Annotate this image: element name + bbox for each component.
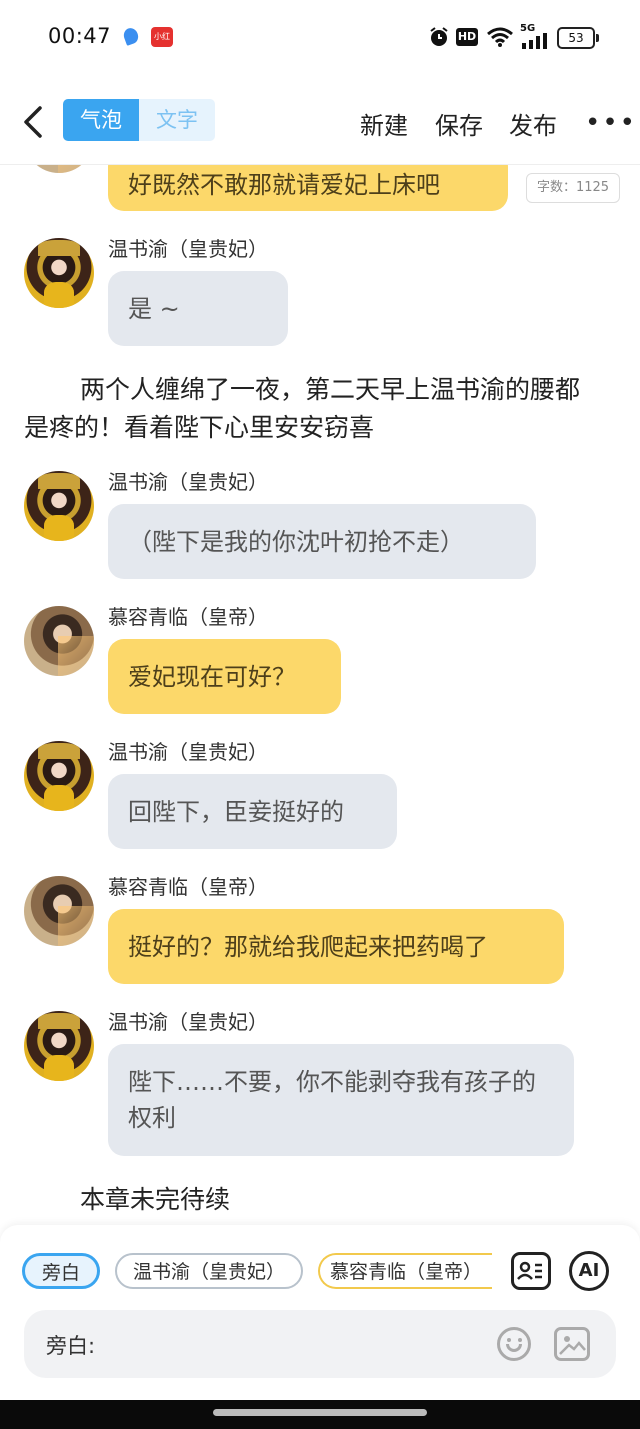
alarm-icon xyxy=(430,27,448,46)
role-chip-consort[interactable]: 温书渝（皇贵妃） xyxy=(115,1253,303,1289)
speaker-name: 慕容青临（皇帝） xyxy=(108,875,268,899)
image-icon[interactable] xyxy=(554,1327,590,1361)
message-bubble[interactable]: 回陛下，臣妾挺好的 xyxy=(108,774,397,849)
back-arrow-icon[interactable] xyxy=(18,102,50,142)
chat-area[interactable]: 好既然不敢那就请爱妃上床吧 字数：1125 温书渝（皇贵妃） 是 ~ 两个人缠绵… xyxy=(0,165,640,1225)
tab-text[interactable]: 文字 xyxy=(139,99,215,141)
speaker-name: 温书渝（皇贵妃） xyxy=(108,470,268,494)
avatar[interactable] xyxy=(24,1011,94,1081)
status-bar: 00:47 小红书 HD 5G 53 xyxy=(0,0,640,72)
tab-bubble[interactable]: 气泡 xyxy=(63,99,139,141)
battery-icon: 53 xyxy=(557,27,599,49)
signal-icon xyxy=(522,33,547,49)
ai-button[interactable]: AI xyxy=(569,1251,609,1291)
avatar[interactable] xyxy=(24,606,94,676)
home-indicator[interactable] xyxy=(213,1409,427,1416)
wifi-icon xyxy=(487,27,513,47)
message-bubble[interactable]: （陛下是我的你沈叶初抢不走） xyxy=(108,504,536,579)
system-nav-bar xyxy=(0,1400,640,1429)
mode-switch: 气泡 文字 xyxy=(63,99,215,141)
speaker-name: 温书渝（皇贵妃） xyxy=(108,1010,268,1034)
narration-text[interactable]: 本章未完待续 xyxy=(80,1181,480,1219)
avatar[interactable] xyxy=(24,471,94,541)
new-button[interactable]: 新建 xyxy=(360,106,408,141)
speaker-name: 慕容青临（皇帝） xyxy=(108,605,268,629)
message-bubble[interactable]: 是 ~ xyxy=(108,271,288,346)
message-bubble[interactable]: 爱妃现在可好？ xyxy=(108,639,341,714)
message-input[interactable]: 旁白: xyxy=(24,1310,616,1378)
save-button[interactable]: 保存 xyxy=(435,106,483,141)
role-chip-emperor[interactable]: 慕容青临（皇帝） xyxy=(318,1253,492,1289)
message-bubble[interactable]: 好既然不敢那就请爱妃上床吧 xyxy=(108,165,508,211)
hd-icon: HD xyxy=(456,28,478,46)
app-notification-icon xyxy=(121,26,141,46)
more-menu-icon[interactable]: ••• xyxy=(585,108,637,138)
composer-panel: 旁白 温书渝（皇贵妃） 慕容青临（皇帝） AI 旁白: xyxy=(0,1225,640,1400)
speaker-name: 温书渝（皇贵妃） xyxy=(108,740,268,764)
avatar[interactable] xyxy=(24,165,94,173)
avatar[interactable] xyxy=(24,741,94,811)
narration-text[interactable]: 两个人缠绵了一夜，第二天早上温书渝的腰都是疼的！看着陛下心里安安窃喜 xyxy=(24,371,604,447)
avatar[interactable] xyxy=(24,876,94,946)
speaker-name: 温书渝（皇贵妃） xyxy=(108,237,268,261)
editor-header: 气泡 文字 新建 保存 发布 ••• xyxy=(0,90,640,154)
role-chip-narration[interactable]: 旁白 xyxy=(22,1253,100,1289)
xiaohongshu-icon: 小红书 xyxy=(151,27,173,61)
message-bubble[interactable]: 挺好的？那就给我爬起来把药喝了 xyxy=(108,909,564,984)
status-time: 00:47 xyxy=(48,24,112,48)
publish-button[interactable]: 发布 xyxy=(509,106,557,141)
input-role-label: 旁白: xyxy=(46,1334,96,1358)
message-bubble[interactable]: 陛下……不要，你不能剥夺我有孩子的权利 xyxy=(108,1044,574,1156)
avatar[interactable] xyxy=(24,238,94,308)
role-manage-icon[interactable] xyxy=(511,1252,551,1290)
word-count-badge: 字数：1125 xyxy=(526,173,620,203)
emoji-icon[interactable] xyxy=(497,1327,531,1361)
